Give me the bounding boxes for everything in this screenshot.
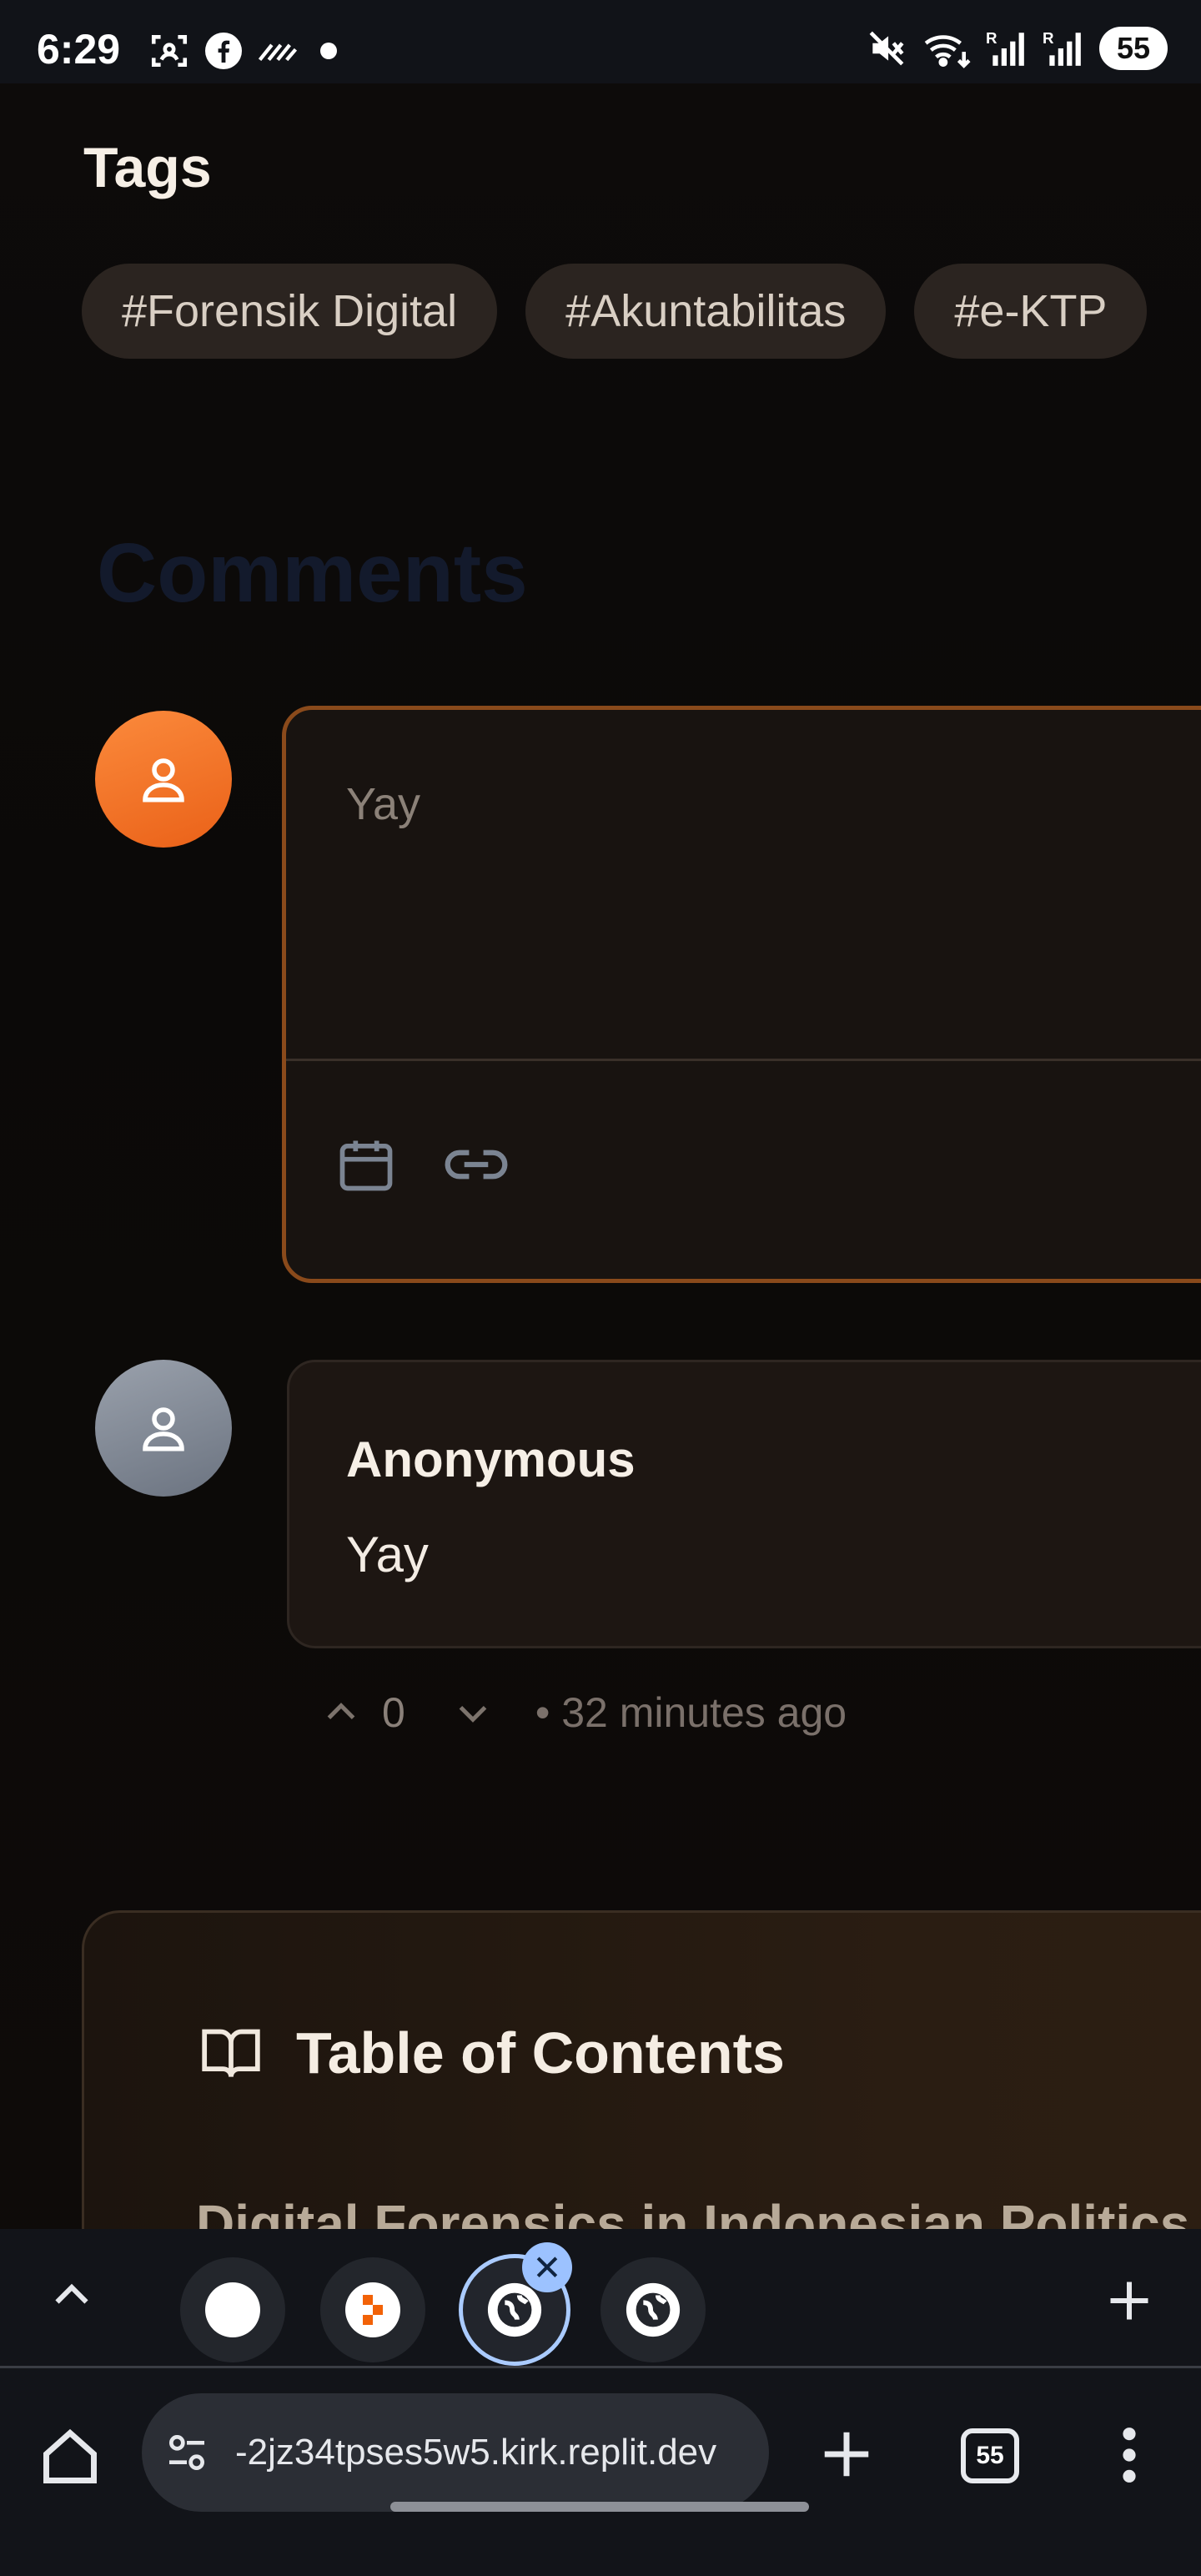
comment-card: Anonymous Yay — [287, 1360, 1201, 1648]
article-page: Tags #Forensik Digital #Akuntabilitas #e… — [0, 83, 1201, 2229]
screen: 6:29 R R 55 Tags #Forensik Digital #Akun… — [0, 0, 1201, 2576]
editor-divider — [286, 1059, 1201, 1061]
comment-input[interactable]: Yay — [346, 778, 420, 830]
user-icon — [143, 1407, 184, 1452]
table-of-contents: Table of Contents Digital Forensics in I… — [82, 1910, 1201, 2229]
status-bar: 6:29 R R 55 — [0, 0, 1201, 83]
wifi-icon — [924, 35, 971, 68]
status-left-icons — [148, 30, 345, 72]
tag-forensik-digital[interactable]: #Forensik Digital — [82, 264, 498, 359]
comment-time: • 32 minutes ago — [535, 1689, 847, 1736]
signal-r-icon: R — [986, 29, 1024, 66]
battery-indicator: 55 — [1099, 27, 1168, 70]
svg-text:R: R — [986, 29, 997, 47]
add-tab-icon[interactable] — [1104, 2276, 1154, 2326]
tab-thumbnail-2[interactable] — [320, 2257, 425, 2362]
url-text[interactable]: -2jz34tpses5w5.kirk.replit.dev — [235, 2432, 716, 2473]
screenshot-icon — [151, 35, 188, 67]
tab-thumbnail-1[interactable] — [180, 2257, 285, 2362]
comment-vote-row: 0 • 32 minutes ago — [320, 1688, 847, 1737]
globe-icon — [626, 2282, 681, 2337]
home-icon[interactable] — [38, 2425, 102, 2488]
toc-title: Table of Contents — [296, 2020, 785, 2085]
more-menu-icon[interactable] — [1114, 2423, 1144, 2487]
tab-strip: ✕ — [0, 2229, 1201, 2366]
mute-icon — [869, 31, 904, 66]
user-icon — [143, 758, 184, 802]
status-right-icons: R R 55 — [866, 27, 1168, 70]
current-user-avatar — [95, 711, 232, 848]
vote-count: 0 — [382, 1689, 405, 1736]
signal-r-icon: R — [1043, 29, 1081, 66]
calendar-icon[interactable] — [334, 1132, 398, 1197]
close-tab-button[interactable]: ✕ — [522, 2242, 572, 2292]
toc-item[interactable]: Digital Forensics in Indonesian Politics — [196, 2193, 1189, 2229]
link-icon[interactable] — [443, 1140, 510, 1190]
chevron-up-icon[interactable] — [47, 2271, 97, 2321]
svg-text:R: R — [1043, 29, 1054, 47]
tag-e-ktp[interactable]: #e-KTP — [914, 264, 1148, 359]
downvote-icon[interactable] — [452, 1692, 494, 1733]
status-time: 6:29 — [37, 26, 121, 73]
comment-body: Yay — [346, 1527, 429, 1582]
book-icon — [202, 2029, 260, 2077]
signal-hatch-icon — [258, 43, 298, 62]
tags-heading: Tags — [83, 136, 212, 199]
upvote-icon[interactable] — [320, 1692, 362, 1733]
tab-switcher-button[interactable]: 55 — [961, 2428, 1019, 2483]
toc-header: Table of Contents — [198, 2020, 785, 2086]
dot-icon — [320, 43, 337, 59]
browser-toolbar: -2jz34tpses5w5.kirk.replit.dev 55 — [0, 2366, 1201, 2576]
commenter-avatar — [95, 1360, 232, 1497]
blank-page-icon — [205, 2282, 260, 2337]
facebook-icon — [205, 33, 242, 69]
site-settings-icon[interactable] — [163, 2429, 210, 2476]
tags-list: #Forensik Digital #Akuntabilitas #e-KTP — [82, 264, 1148, 359]
address-bar[interactable]: -2jz34tpses5w5.kirk.replit.dev — [142, 2393, 769, 2512]
comment-author: Anonymous — [346, 1431, 636, 1487]
gesture-handle[interactable] — [390, 2502, 809, 2512]
comment-editor[interactable]: Yay — [282, 706, 1201, 1283]
tag-akuntabilitas[interactable]: #Akuntabilitas — [525, 264, 887, 359]
comments-heading: Comments — [97, 526, 528, 620]
replit-icon — [345, 2282, 400, 2337]
new-tab-icon[interactable] — [817, 2425, 876, 2483]
editor-toolbar — [334, 1132, 510, 1197]
tab-thumbnail-4[interactable] — [600, 2257, 706, 2362]
